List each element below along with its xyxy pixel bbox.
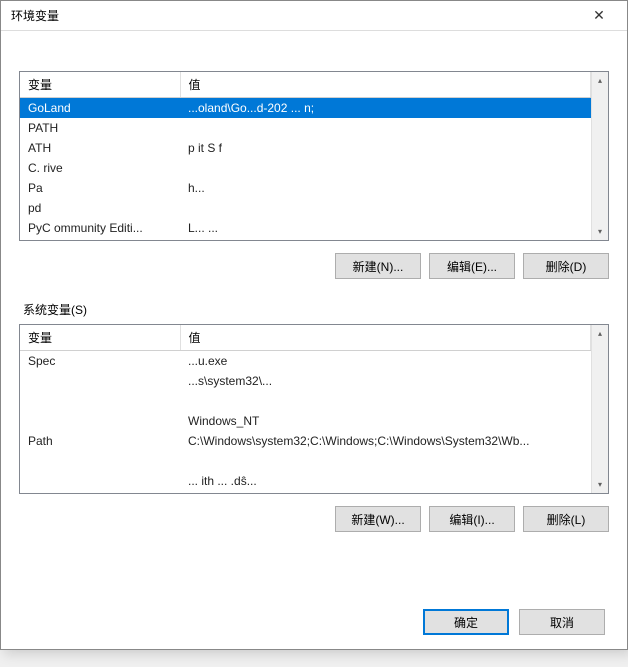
cell-var	[20, 471, 180, 491]
table-row[interactable]: pd	[20, 198, 591, 218]
table-row[interactable]: PyC ommunity Editi... L... ...	[20, 218, 591, 238]
user-new-button[interactable]: 新建(N)...	[335, 253, 421, 279]
system-vars-label: 系统变量(S)	[23, 301, 609, 318]
table-row[interactable]: PATH	[20, 118, 591, 138]
cell-var: Pa	[20, 178, 180, 198]
cell-val: h...	[180, 178, 591, 198]
window-title: 环境变量	[11, 7, 59, 24]
cell-val	[180, 391, 591, 411]
system-new-button[interactable]: 新建(W)...	[335, 506, 421, 532]
title-bar: 环境变量 ✕	[1, 1, 627, 31]
cell-val: ...s\system32\...	[180, 371, 591, 391]
system-delete-button[interactable]: 删除(L)	[523, 506, 609, 532]
system-edit-button[interactable]: 编辑(I)...	[429, 506, 515, 532]
system-vars-scrollbar[interactable]: ▴ ▾	[591, 325, 608, 493]
table-row[interactable]	[20, 391, 591, 411]
user-vars-label	[23, 49, 609, 65]
cell-var: GoLand	[20, 98, 180, 118]
scroll-down-icon[interactable]: ▾	[592, 476, 608, 493]
table-row[interactable]: ATH p it S f	[20, 138, 591, 158]
cell-val: ...oland\Go...d-202 ... n;	[180, 98, 591, 118]
user-vars-table-wrap: 变量 值 GoLand ...oland\Go...d-202 ... n; P…	[19, 71, 609, 241]
cell-val	[180, 158, 591, 178]
table-row[interactable]	[20, 451, 591, 471]
env-vars-dialog: 环境变量 ✕ 变量 值	[0, 0, 628, 650]
dialog-footer: 确定 取消	[19, 599, 609, 639]
close-button[interactable]: ✕	[579, 5, 619, 27]
user-vars-section: 变量 值 GoLand ...oland\Go...d-202 ... n; P…	[19, 49, 609, 301]
cell-var: PATH	[20, 118, 180, 138]
content-area: 变量 值 GoLand ...oland\Go...d-202 ... n; P…	[1, 31, 627, 649]
close-icon: ✕	[593, 7, 605, 24]
cell-val: ...u.exe	[180, 351, 591, 371]
table-row[interactable]: C. rive	[20, 158, 591, 178]
scroll-down-icon[interactable]: ▾	[592, 223, 608, 240]
cell-val	[180, 451, 591, 471]
user-vars-buttons: 新建(N)... 编辑(E)... 删除(D)	[19, 253, 609, 279]
cell-var	[20, 411, 180, 431]
system-vars-table[interactable]: 变量 值 Spec ...u.exe	[20, 325, 591, 493]
cell-val: p it S f	[180, 138, 591, 158]
sys-col-var[interactable]: 变量	[20, 325, 180, 351]
cancel-button[interactable]: 取消	[519, 609, 605, 635]
table-row[interactable]: GoLand ...oland\Go...d-202 ... n;	[20, 98, 591, 118]
cell-val: L... ...	[180, 218, 591, 238]
table-row[interactable]: Spec ...u.exe	[20, 351, 591, 371]
cell-val: Windows_NT	[180, 411, 591, 431]
cell-var	[20, 371, 180, 391]
user-edit-button[interactable]: 编辑(E)...	[429, 253, 515, 279]
user-col-val[interactable]: 值	[180, 72, 591, 98]
table-row[interactable]: ... ith ... .dŝ...	[20, 471, 591, 491]
cell-var: PyC ommunity Editi...	[20, 218, 180, 238]
table-row[interactable]: Windows_NT	[20, 411, 591, 431]
system-vars-section: 系统变量(S) 变量 值 Spec	[19, 301, 609, 554]
sys-col-val[interactable]: 值	[180, 325, 591, 351]
user-delete-button[interactable]: 删除(D)	[523, 253, 609, 279]
cell-var: Spec	[20, 351, 180, 371]
cell-var	[20, 451, 180, 471]
cell-val	[180, 118, 591, 138]
scroll-up-icon[interactable]: ▴	[592, 325, 608, 342]
table-row[interactable]: ...s\system32\...	[20, 371, 591, 391]
table-row[interactable]: Path C:\Windows\system32;C:\Windows;C:\W…	[20, 431, 591, 451]
system-vars-table-wrap: 变量 值 Spec ...u.exe	[19, 324, 609, 494]
user-vars-table[interactable]: 变量 值 GoLand ...oland\Go...d-202 ... n; P…	[20, 72, 591, 240]
cell-val	[180, 198, 591, 218]
cell-var: C. rive	[20, 158, 180, 178]
ok-button[interactable]: 确定	[423, 609, 509, 635]
cell-var: ATH	[20, 138, 180, 158]
user-col-var[interactable]: 变量	[20, 72, 180, 98]
cell-var: Path	[20, 431, 180, 451]
system-vars-buttons: 新建(W)... 编辑(I)... 删除(L)	[19, 506, 609, 532]
scroll-up-icon[interactable]: ▴	[592, 72, 608, 89]
cell-var	[20, 391, 180, 411]
cell-var: pd	[20, 198, 180, 218]
cell-val: C:\Windows\system32;C:\Windows;C:\Window…	[180, 431, 591, 451]
table-row[interactable]: Pa h...	[20, 178, 591, 198]
user-vars-scrollbar[interactable]: ▴ ▾	[591, 72, 608, 240]
cell-val: ... ith ... .dŝ...	[180, 471, 591, 491]
